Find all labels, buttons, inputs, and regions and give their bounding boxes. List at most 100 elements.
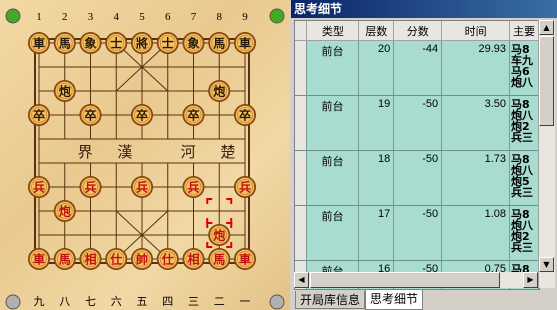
row-marker-cell [295,95,308,151]
table-row[interactable]: 前台 19 -50 3.50 马8 炮八 炮2 兵三 [295,95,539,151]
river-label-right: 河 楚 [181,143,246,161]
top-file-number: 8 [217,11,223,23]
horizontal-scrollbar[interactable]: ◀ ▶ [294,272,538,288]
depth-cell: 19 [358,95,395,151]
scroll-left-icon[interactable]: ◀ [294,272,309,288]
bottom-file-number: 八 [59,295,70,308]
bottom-file-number: 六 [111,295,122,308]
main-line-move: 兵三 [511,186,533,199]
piece-label: 相 [84,252,96,267]
horizontal-scroll-thumb[interactable] [310,272,500,288]
table-header: 类型 层数 分数 时间 主要 [295,21,539,41]
scroll-up-icon[interactable]: ▲ [539,20,554,35]
bottom-file-number: 二 [214,295,225,308]
selection-bracket [226,198,233,204]
thinking-details-panel: 思考细节 类型 层数 分数 时间 主要 前台 20 -44 29.93 马8 车九 马6 炮八… [291,0,557,310]
corner-button[interactable] [5,294,21,310]
scroll-down-icon[interactable]: ▼ [539,257,554,272]
main-line-move: 兵三 [511,241,533,254]
corner-button[interactable] [5,8,21,24]
piece-label: 兵 [33,180,45,195]
piece-label: 炮 [59,84,71,99]
bottom-file-number: 九 [34,295,45,308]
piece-label: 帥 [136,252,148,267]
top-file-number: 3 [88,11,94,23]
piece-label: 將 [136,36,148,51]
piece-label: 馬 [213,37,225,51]
main-line-cell: 马8 炮八 炮5 兵三 [509,150,539,206]
score-cell: -50 [393,205,443,261]
row-marker-cell [295,40,308,96]
column-header-type[interactable]: 类型 [306,21,360,41]
type-cell: 前台 [306,40,360,96]
piece-label: 炮 [213,84,225,99]
piece-label: 炮 [59,204,71,219]
selection-bracket [206,198,213,204]
column-header-time[interactable]: 时间 [441,21,510,41]
chess-board[interactable]: 界 漢河 楚1 2 3 4 5 6 7 8 9九八七六五四三二一車馬象士將士象馬車炮 炮卒卒卒卒卒… [0,0,290,310]
table-row[interactable]: 前台 20 -44 29.93 马8 车九 马6 炮八 [295,40,539,96]
main-line-cell: 马8 炮八 炮2 兵三 [509,95,539,151]
main-line-cell: 马8 炮八 炮2 兵三 [509,205,539,261]
tab-thinking-details[interactable]: 思考细节 [365,290,423,310]
watermark-logo [513,288,553,306]
scroll-right-icon[interactable]: ▶ [523,272,538,288]
piece-label: 士 [162,36,174,51]
piece-label: 馬 [59,253,71,267]
score-cell: -50 [393,150,443,206]
table-row[interactable]: 前台 18 -50 1.73 马8 炮八 炮5 兵三 [295,150,539,206]
river-label-left: 界 漢 [78,143,143,161]
bottom-file-number: 四 [162,295,173,308]
corner-button[interactable] [269,294,285,310]
depth-cell: 20 [358,40,395,96]
main-line-move: 炮八 [511,76,533,89]
top-file-number: 5 [139,11,145,23]
column-header-depth[interactable]: 层数 [358,21,395,41]
type-cell: 前台 [306,205,360,261]
piece-label: 車 [33,36,45,51]
piece-label: 相 [187,252,199,267]
piece-label: 卒 [84,108,96,123]
type-cell: 前台 [306,95,360,151]
time-cell: 1.73 [441,150,510,206]
depth-cell: 17 [358,205,395,261]
top-file-number: 1 [36,11,42,23]
top-file-number: 9 [242,11,248,23]
piece-label: 士 [110,36,122,51]
main-line-cell: 马8 车九 马6 炮八 [509,40,539,96]
bottom-file-number: 五 [137,295,148,308]
top-file-number: 4 [114,11,120,23]
time-cell: 3.50 [441,95,510,151]
piece-label: 兵 [187,180,199,195]
vertical-scrollbar[interactable]: ▲ ▼ [538,20,555,288]
tab-opening-book[interactable]: 开局库信息 [295,291,365,309]
piece-label: 車 [33,252,45,267]
column-header-main-line[interactable]: 主要 [509,21,539,41]
piece-label: 兵 [84,180,96,195]
bottom-file-number: 一 [240,295,251,308]
vertical-scroll-thumb[interactable] [539,36,554,126]
piece-label: 炮 [213,228,225,243]
piece-label: 馬 [59,37,71,51]
chess-board-panel: 界 漢河 楚123456789九八七六五四三二一車馬象士將士象馬車炮炮卒卒卒卒卒… [0,0,290,310]
table-row[interactable]: 前台 17 -50 1.08 马8 炮八 炮2 兵三 [295,205,539,261]
piece-label: 兵 [136,180,148,195]
piece-label: 卒 [136,108,148,123]
time-cell: 1.08 [441,205,510,261]
bottom-file-number: 三 [188,295,199,308]
piece-label: 仕 [109,252,122,267]
panel-title: 思考细节 [291,0,557,18]
piece-label: 象 [84,36,96,51]
piece-label: 馬 [213,253,225,267]
piece-label: 兵 [239,180,251,195]
piece-label: 卒 [239,108,251,123]
column-header-score[interactable]: 分数 [393,21,443,41]
analysis-table: 类型 层数 分数 时间 主要 前台 20 -44 29.93 马8 车九 马6 炮八 前台 19-… [295,21,539,289]
piece-label: 車 [239,36,251,51]
corner-button[interactable] [269,8,285,24]
row-marker-cell [295,150,308,206]
column-header-blank [295,21,308,41]
analysis-grid[interactable]: 类型 层数 分数 时间 主要 前台 20 -44 29.93 马8 车九 马6 炮八 前台 19-… [294,20,540,290]
score-cell: -44 [393,40,443,96]
depth-cell: 18 [358,150,395,206]
